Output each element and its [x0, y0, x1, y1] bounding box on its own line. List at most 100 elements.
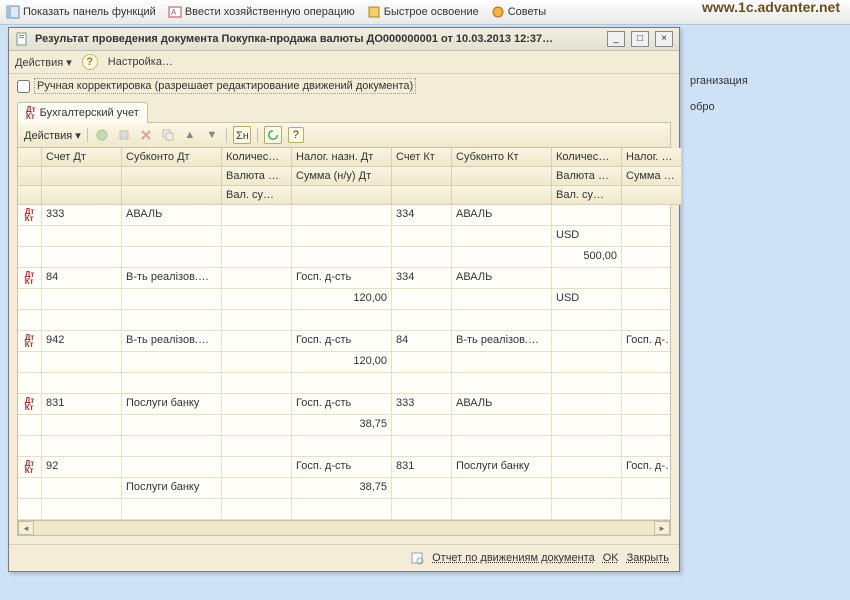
cell[interactable]: В-ть реалізов.… — [452, 331, 552, 352]
cell[interactable]: 334 — [392, 205, 452, 226]
cell[interactable] — [122, 415, 222, 436]
cell[interactable] — [122, 226, 222, 247]
refresh-icon[interactable] — [264, 126, 282, 144]
help-icon[interactable]: ? — [288, 127, 304, 143]
toolbar-show-panel[interactable]: Показать панель функций — [6, 5, 156, 19]
cell[interactable]: 84 — [42, 268, 122, 289]
table-row[interactable] — [18, 310, 670, 331]
cell[interactable] — [222, 415, 292, 436]
cell[interactable]: АВАЛЬ — [452, 205, 552, 226]
cell[interactable] — [552, 415, 622, 436]
cell[interactable] — [222, 436, 292, 457]
cell[interactable] — [222, 478, 292, 499]
cell[interactable] — [552, 331, 622, 352]
cell[interactable] — [122, 436, 222, 457]
cell[interactable] — [622, 499, 670, 520]
column-header[interactable]: Количес… — [222, 148, 292, 167]
cell[interactable] — [622, 247, 670, 268]
cell[interactable]: В-ть реалізов.… — [122, 331, 222, 352]
cell[interactable]: 831 — [42, 394, 122, 415]
cell[interactable]: 333 — [392, 394, 452, 415]
cell[interactable]: 92 — [42, 457, 122, 478]
cell[interactable] — [392, 415, 452, 436]
cell[interactable] — [392, 499, 452, 520]
cell[interactable] — [622, 373, 670, 394]
column-header[interactable] — [42, 167, 122, 186]
delete-icon[interactable] — [138, 127, 154, 143]
table-row[interactable]: 120,00 — [18, 352, 670, 373]
table-row[interactable] — [18, 436, 670, 457]
table-row[interactable]: 38,75 — [18, 415, 670, 436]
cell[interactable] — [222, 331, 292, 352]
cell[interactable]: Госп. д-сть — [622, 457, 670, 478]
column-header[interactable] — [122, 167, 222, 186]
cell[interactable] — [222, 373, 292, 394]
cell[interactable]: 500,00 — [552, 247, 622, 268]
cell[interactable] — [452, 352, 552, 373]
cell[interactable] — [552, 205, 622, 226]
column-header[interactable]: Налог. назн. Дт — [292, 148, 392, 167]
column-header[interactable] — [292, 186, 392, 205]
cell[interactable] — [552, 499, 622, 520]
column-header[interactable]: Счет Кт — [392, 148, 452, 167]
cell[interactable]: 942 — [42, 331, 122, 352]
scroll-right-icon[interactable]: ► — [654, 521, 670, 535]
add-icon[interactable] — [94, 127, 110, 143]
cell[interactable] — [622, 205, 670, 226]
column-header[interactable]: Сумма (н/у) Дт — [292, 167, 392, 186]
cell[interactable] — [42, 499, 122, 520]
grid-actions-menu[interactable]: Действия ▾ — [24, 129, 81, 142]
cell[interactable]: Госп. д-сть — [292, 394, 392, 415]
cell[interactable] — [552, 394, 622, 415]
cell[interactable] — [292, 436, 392, 457]
column-header[interactable] — [42, 186, 122, 205]
cell[interactable] — [222, 394, 292, 415]
cell[interactable]: 84 — [392, 331, 452, 352]
cell[interactable] — [392, 310, 452, 331]
table-row[interactable]: ДтКт333АВАЛЬ334АВАЛЬ — [18, 205, 670, 226]
column-header[interactable] — [392, 167, 452, 186]
column-header[interactable]: Сумма (н/у — [622, 167, 682, 186]
close-button[interactable]: × — [655, 31, 673, 47]
cell[interactable] — [392, 352, 452, 373]
column-header[interactable]: Валюта … — [552, 167, 622, 186]
cell[interactable] — [622, 289, 670, 310]
table-row[interactable]: USD — [18, 226, 670, 247]
column-header[interactable]: Субконто Дт — [122, 148, 222, 167]
cell[interactable] — [122, 373, 222, 394]
cell[interactable] — [392, 247, 452, 268]
table-row[interactable]: Послуги банку38,75 — [18, 478, 670, 499]
column-header[interactable] — [122, 186, 222, 205]
cell[interactable] — [222, 457, 292, 478]
edit-icon[interactable] — [116, 127, 132, 143]
toolbar-tips[interactable]: Советы — [491, 5, 546, 19]
cell[interactable]: В-ть реалізов.… — [122, 268, 222, 289]
cell[interactable] — [222, 310, 292, 331]
column-header[interactable]: Вал. су… — [222, 186, 292, 205]
tab-accounting[interactable]: ДтКт Бухгалтерский учет — [17, 102, 148, 123]
column-header[interactable]: Субконто Кт — [452, 148, 552, 167]
cell[interactable] — [552, 457, 622, 478]
cell[interactable] — [622, 415, 670, 436]
cell[interactable] — [392, 289, 452, 310]
column-header[interactable] — [392, 186, 452, 205]
cell[interactable]: USD — [552, 289, 622, 310]
cell[interactable] — [222, 226, 292, 247]
table-row[interactable]: ДтКт831Послуги банкуГосп. д-сть333АВАЛЬ — [18, 394, 670, 415]
cell[interactable]: USD — [552, 226, 622, 247]
cell[interactable] — [122, 247, 222, 268]
cell[interactable] — [42, 373, 122, 394]
manual-correction-checkbox[interactable] — [17, 80, 30, 93]
minimize-button[interactable]: _ — [607, 31, 625, 47]
cell[interactable] — [292, 499, 392, 520]
titlebar[interactable]: Результат проведения документа Покупка-п… — [9, 28, 679, 51]
cell[interactable] — [452, 478, 552, 499]
cell[interactable] — [452, 436, 552, 457]
cell[interactable]: Госп. д-сть — [622, 331, 670, 352]
table-row[interactable]: ДтКт942В-ть реалізов.…Госп. д-сть84В-ть … — [18, 331, 670, 352]
settings-link[interactable]: Настройка… — [108, 56, 173, 68]
cell[interactable]: 38,75 — [292, 478, 392, 499]
cell[interactable] — [222, 205, 292, 226]
cell[interactable] — [552, 436, 622, 457]
report-link[interactable]: Отчет по движениям документа — [432, 552, 595, 564]
